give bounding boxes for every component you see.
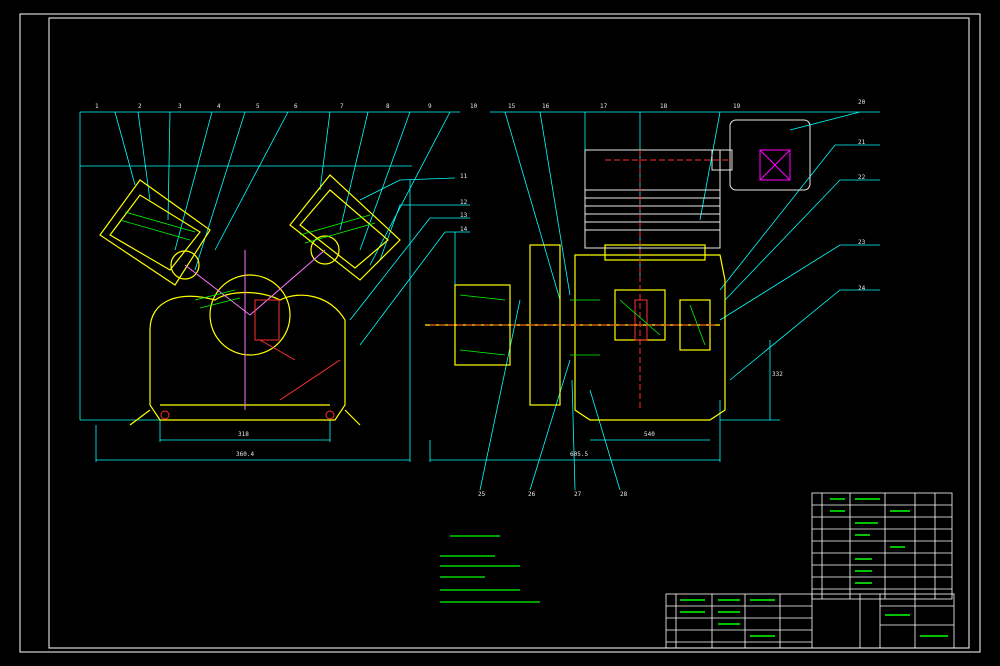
callout-label: 21 xyxy=(858,139,866,146)
callout-label: 2 xyxy=(138,103,142,110)
callout-label: 7 xyxy=(340,103,344,110)
callout-label: 9 xyxy=(428,103,432,110)
callout-label: 22 xyxy=(858,174,866,181)
callout-label: 5 xyxy=(256,103,260,110)
callout-label: 14 xyxy=(460,226,468,233)
callout-label: 24 xyxy=(858,285,866,292)
callout-label: 19 xyxy=(733,103,741,110)
callout-label: 28 xyxy=(620,491,628,498)
callout-label: 1 xyxy=(95,103,99,110)
callout-label: 13 xyxy=(460,212,468,219)
callout-label: 11 xyxy=(460,173,468,180)
callout-label: 10 xyxy=(470,103,478,110)
callout-label: 18 xyxy=(660,103,668,110)
callout-label: 23 xyxy=(858,239,866,246)
dimension-side-inner: 540 xyxy=(644,431,655,438)
callout-label: 3 xyxy=(178,103,182,110)
dimension-side-height: 332 xyxy=(772,371,783,378)
callout-label: 15 xyxy=(508,103,516,110)
callout-label: 25 xyxy=(478,491,486,498)
cad-drawing-sheet xyxy=(0,0,1000,666)
callout-label: 27 xyxy=(574,491,582,498)
callout-label: 16 xyxy=(542,103,550,110)
callout-label: 8 xyxy=(386,103,390,110)
dimension-side-outer: 605.5 xyxy=(570,451,589,458)
callout-label: 17 xyxy=(600,103,608,110)
dimension-front-outer: 360.4 xyxy=(236,451,255,458)
callout-label: 4 xyxy=(217,103,221,110)
callout-label: 26 xyxy=(528,491,536,498)
callout-label: 12 xyxy=(460,199,468,206)
callout-label: 6 xyxy=(294,103,298,110)
callout-label: 20 xyxy=(858,99,866,106)
dimension-front-inner: 318 xyxy=(238,431,249,438)
